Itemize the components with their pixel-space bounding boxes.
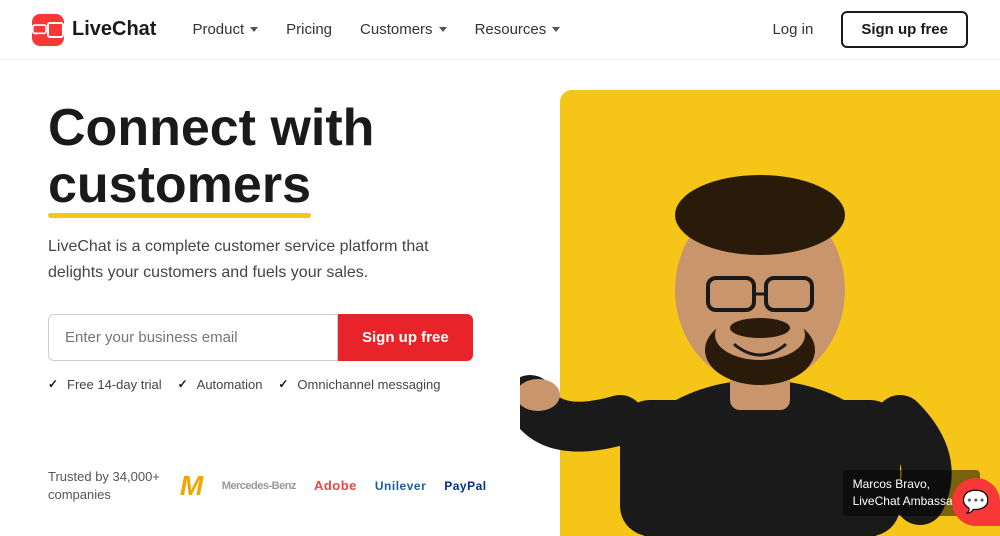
nav-links: Product Pricing Customers Resources — [180, 13, 572, 46]
nav-link-customers[interactable]: Customers — [348, 13, 459, 46]
chevron-down-icon — [439, 27, 447, 32]
navigation: LiveChat Product Pricing Customers Resou… — [0, 0, 1000, 60]
chat-icon — [32, 23, 47, 37]
nav-link-resources[interactable]: Resources — [463, 13, 573, 46]
hero-section: Connect with customers LiveChat is a com… — [0, 60, 520, 536]
mcdonalds-logo: M — [180, 470, 204, 502]
trusted-text: Trusted by 34,000+ companies — [48, 468, 160, 504]
chat-bubble-icon: 💬 — [962, 489, 989, 515]
feature-item-omnichannel: ✓ Omnichannel messaging — [278, 377, 440, 392]
signup-hero-button[interactable]: Sign up free — [338, 314, 473, 361]
brand-logos: M Mercedes-Benz Adobe Unilever PayPal — [180, 470, 487, 502]
logo-text: LiveChat — [72, 18, 156, 41]
person-svg — [520, 60, 1000, 536]
logo[interactable]: LiveChat — [32, 14, 156, 46]
nav-link-product[interactable]: Product — [180, 13, 270, 46]
signup-nav-button[interactable]: Sign up free — [841, 11, 968, 48]
mercedes-logo: Mercedes-Benz — [222, 480, 296, 492]
paypal-logo: PayPal — [444, 479, 486, 493]
email-input[interactable] — [48, 314, 338, 361]
feature-item-automation: ✓ Automation — [178, 377, 263, 392]
trusted-section: Trusted by 34,000+ companies M Mercedes-… — [48, 468, 488, 504]
nav-left: LiveChat Product Pricing Customers Resou… — [32, 13, 572, 46]
nav-right: Log in Sign up free — [756, 11, 968, 48]
unilever-logo: Unilever — [375, 479, 426, 493]
login-button[interactable]: Log in — [756, 13, 829, 46]
hero-image-section: Marcos Bravo, LiveChat Ambassador 💬 — [520, 60, 1000, 536]
chat-widget-button[interactable]: 💬 — [952, 478, 1000, 526]
person-area — [520, 60, 1000, 536]
signup-form: Sign up free — [48, 314, 488, 361]
check-icon: ✓ — [48, 377, 62, 391]
main-content: Connect with customers LiveChat is a com… — [0, 60, 1000, 536]
chevron-down-icon — [552, 27, 560, 32]
adobe-logo: Adobe — [314, 478, 357, 493]
check-icon: ✓ — [178, 377, 192, 391]
chevron-down-icon — [250, 27, 258, 32]
feature-item-trial: ✓ Free 14-day trial — [48, 377, 162, 392]
hero-description: LiveChat is a complete customer service … — [48, 234, 468, 285]
check-icon: ✓ — [278, 377, 292, 391]
hero-title: Connect with customers — [48, 100, 488, 214]
logo-icon — [32, 14, 64, 46]
features-list: ✓ Free 14-day trial ✓ Automation ✓ Omnic… — [48, 377, 488, 392]
nav-link-pricing[interactable]: Pricing — [274, 13, 344, 46]
hero-title-line2: customers — [48, 156, 311, 214]
